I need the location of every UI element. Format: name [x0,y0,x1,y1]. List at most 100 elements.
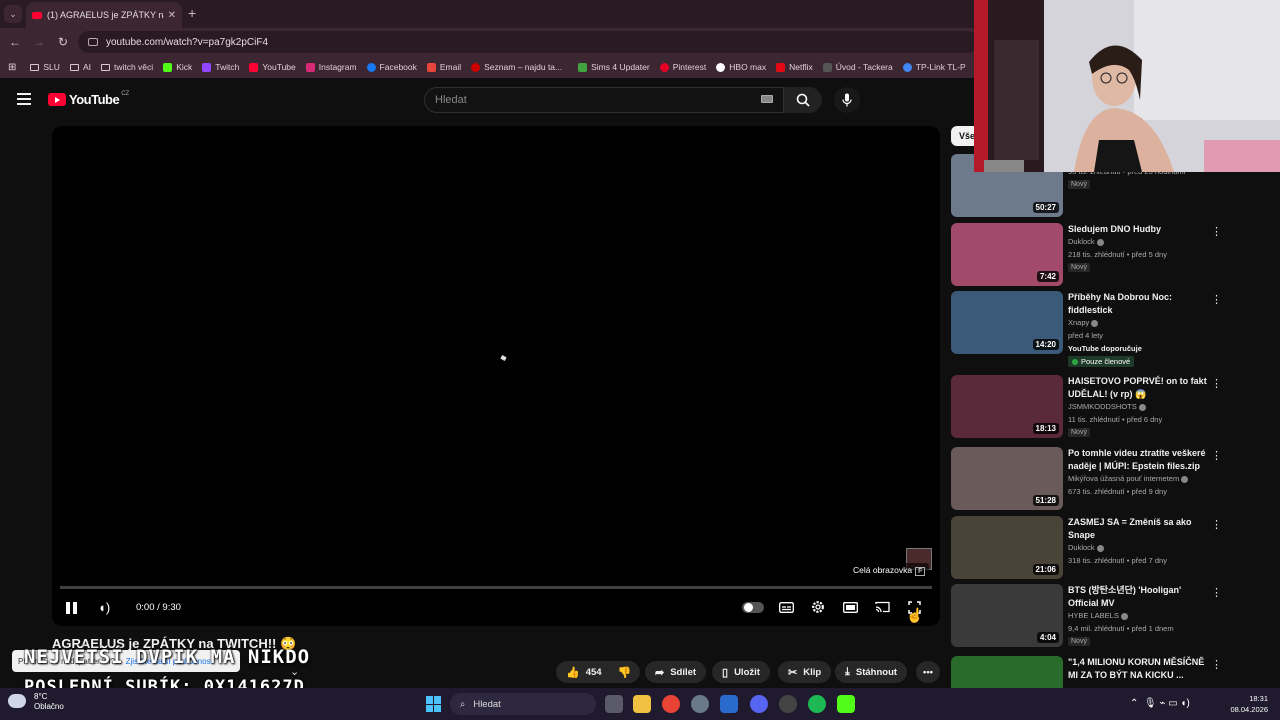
task-view-icon[interactable] [605,695,623,713]
video-thumbnail[interactable]: 51:28 [951,447,1063,510]
search-icon: ⌕ [460,698,466,710]
video-player[interactable] [52,126,940,626]
discord-icon[interactable] [750,695,768,713]
back-icon[interactable]: ← [3,30,27,54]
autoplay-toggle[interactable] [742,602,764,613]
spotify-icon[interactable] [808,695,826,713]
tab-search-button[interactable]: ⌄ [4,5,22,23]
recommendation-title[interactable]: HAISETOVO POPRVÉ! on to fakt UDĚLAL! (v … [1068,375,1208,401]
subtitles-icon[interactable] [777,599,795,615]
recommendation-title[interactable]: ZASMEJ SA = Změníš sa ako Snape [1068,516,1208,542]
channel-name[interactable]: Mikýřova úžasná pouť internetem [1068,474,1189,483]
video-thumbnail[interactable]: 4:04 [951,584,1063,647]
bookmark-seznam[interactable]: Seznam – najdu ta... [471,62,562,72]
channel-name[interactable]: JSMMKODDSHOTS [1068,402,1146,411]
recommendation-title[interactable]: Příběhy Na Dobrou Noc: fiddlestick [1068,291,1208,317]
new-tab-button[interactable]: + [188,5,196,21]
save-button[interactable]: ▯ Uložit [712,661,770,683]
pause-button[interactable] [64,600,80,616]
bookmark-instagram[interactable]: Instagram [305,62,357,72]
hbo-icon [716,62,726,72]
channel-name[interactable]: HYBE LABELS [1068,611,1128,620]
bookmark-hbo[interactable]: HBO max [716,62,766,72]
thumbs-down-icon[interactable]: 👎 [618,666,632,679]
recommendation-title[interactable]: Po tomhle videu ztratíte veškeré naděje … [1068,447,1208,473]
folder-icon [69,63,79,71]
settings-gear-icon[interactable] [809,599,827,615]
windows-start-icon[interactable] [426,696,442,712]
bookmark-pinterest[interactable]: Pinterest [659,62,706,72]
share-button[interactable]: ➦ Sdílet [645,661,707,683]
site-info-icon[interactable] [88,38,98,46]
channel-name[interactable]: Duklock [1068,543,1104,552]
kick-app-icon[interactable] [837,695,855,713]
bookmark-twitch[interactable]: Twitch [202,62,239,72]
fullscreen-tooltip: Celá obrazovka F [849,563,930,578]
progress-bar[interactable] [60,586,932,589]
address-bar[interactable]: youtube.com/watch?v=pa7gk2pCiF4 [78,31,978,53]
apps-icon[interactable]: ⊞ [8,62,16,73]
menu-icon[interactable] [17,93,31,105]
video-stats: před 4 lety [1068,331,1104,340]
bookmark-slu[interactable]: SLU [30,62,60,72]
tab-close-icon[interactable]: ✕ [168,10,176,21]
bookmark-kick[interactable]: Kick [163,62,192,72]
webcam-overlay [974,0,1280,172]
more-vertical-icon[interactable]: ⋮ [1211,586,1222,599]
bookmark-sims[interactable]: Sims 4 Updater [578,62,650,72]
video-thumbnail[interactable]: 14:20 [951,291,1063,354]
reload-icon[interactable]: ↻ [51,30,75,54]
more-vertical-icon[interactable]: ⋮ [1211,518,1222,531]
youtube-logo[interactable]: YouTube CZ [48,91,129,107]
more-vertical-icon[interactable]: ⋮ [1211,377,1222,390]
theater-mode-icon[interactable] [841,599,859,615]
like-dislike-group[interactable]: 👍 454 👎 [556,661,640,683]
bookmark-netflix[interactable]: Netflix [776,62,813,72]
forward-icon[interactable]: → [27,30,51,54]
bookmark-tackera[interactable]: Úvod - Tackera [822,62,893,72]
voice-search-button[interactable] [834,87,860,113]
obs-icon[interactable] [779,695,797,713]
more-vertical-icon[interactable]: ⋮ [1211,293,1222,306]
video-thumbnail[interactable]: 7:42 [951,223,1063,286]
recommendation-title[interactable]: BTS (방탄소년단) 'Hooligan' Official MV [1068,584,1208,610]
more-vertical-icon[interactable]: ⋮ [1211,225,1222,238]
volume-icon[interactable]: ◖) [98,600,110,615]
file-explorer-icon[interactable] [633,695,651,713]
chevron-down-icon[interactable]: ⌄ [290,665,299,678]
more-actions-button[interactable]: ••• [916,661,940,683]
chrome-icon[interactable] [662,695,680,713]
channel-name[interactable]: Duklock [1068,237,1104,246]
channel-name[interactable]: Xnapy [1068,318,1099,327]
bookmark-tplink[interactable]: TP-Link TL-P [902,62,966,72]
cast-icon[interactable] [873,599,891,615]
share-icon: ➦ [655,666,665,679]
system-tray[interactable]: ⌃ 🎙 ⌁ ▭ ◖) [1130,698,1190,709]
video-thumbnail[interactable]: 18:13 [951,375,1063,438]
recommendation-title[interactable]: "1,4 MILIONU KORUN MĚSÍČNĚ MI ZA TO BÝT … [1068,656,1208,682]
weather-widget[interactable]: 8°C Oblačno [8,692,64,712]
search-button[interactable] [784,87,822,113]
bookmark-ai[interactable]: AI [69,62,91,72]
more-vertical-icon[interactable]: ⋮ [1211,449,1222,462]
folder-icon [100,63,110,71]
taskbar-search[interactable]: ⌕ Hledat [450,693,596,715]
thumbs-up-icon[interactable]: 👍 [566,666,580,679]
clock[interactable]: 18:31 08.04.2026 [1226,693,1268,715]
bookmark-email[interactable]: Email [426,62,461,72]
bookmark-youtube[interactable]: YouTube [249,62,296,72]
download-button[interactable]: ⤓ Stáhnout [835,661,908,683]
search-input[interactable]: Hledat [424,87,784,113]
app-icon[interactable] [720,695,738,713]
recommendation-title[interactable]: Sledujem DNO Hudby [1068,223,1208,236]
bookmark-twitch-veci[interactable]: twitch věci [100,62,153,72]
bookmark-facebook[interactable]: Facebook [366,62,417,72]
browser-tab-active[interactable]: (1) AGRAELUS je ZPÁTKY na TWI... ✕ [26,2,182,28]
settings-icon[interactable] [691,695,709,713]
clip-button[interactable]: ✂ Klip [778,661,832,683]
video-thumbnail[interactable]: 21:06 [951,516,1063,579]
more-vertical-icon[interactable]: ⋮ [1211,658,1222,671]
keyboard-icon[interactable] [761,95,773,103]
verified-icon [1120,612,1128,620]
video-stats: 218 tis. zhlédnutí • před 5 dny [1068,250,1167,259]
